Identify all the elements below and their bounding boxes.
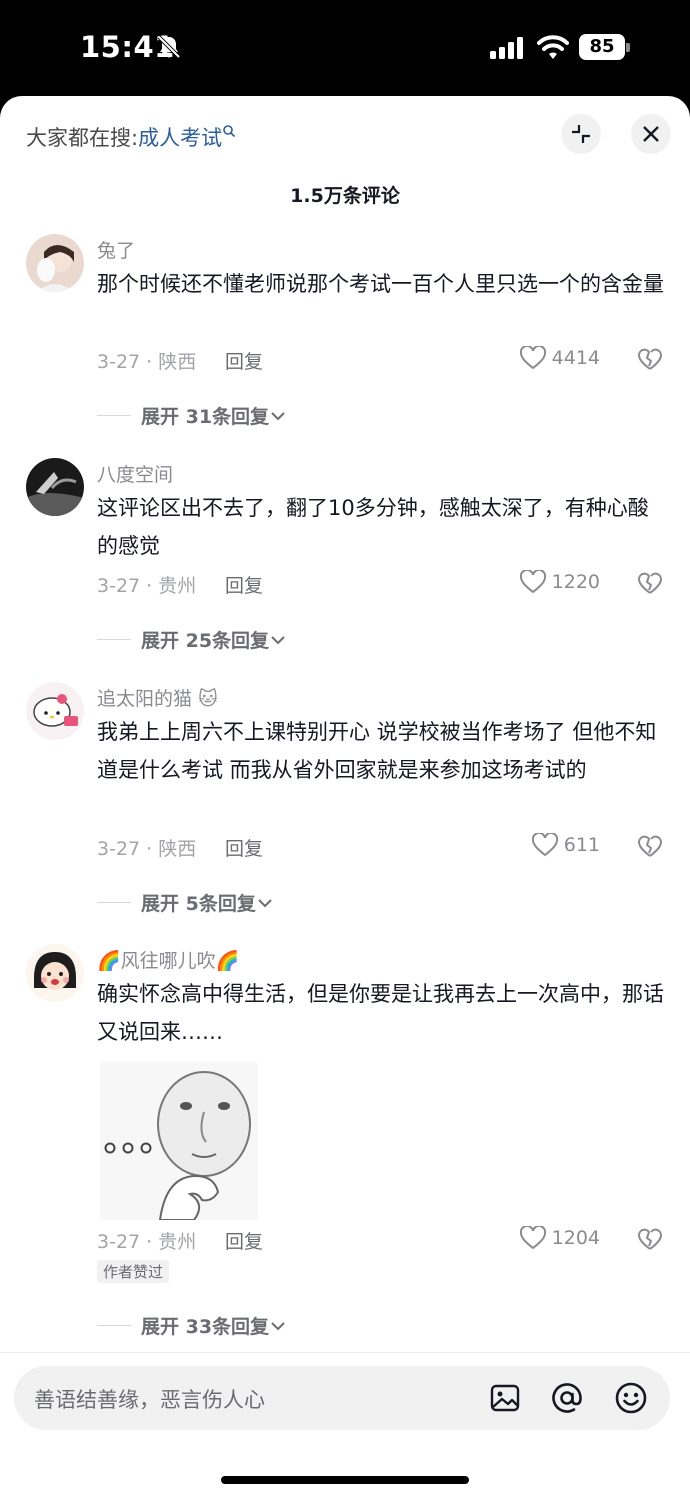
comment-meta: 3-27 · 陕西 — [97, 838, 197, 860]
chevron-down-icon — [271, 411, 285, 420]
expand-replies-button[interactable]: 展开 5条回复 — [97, 889, 274, 916]
expand-label: 展开 5条回复 — [141, 893, 256, 915]
close-icon — [643, 126, 659, 142]
like-button[interactable]: 4414 — [519, 346, 600, 370]
expand-replies-button[interactable]: 展开 33条回复 — [97, 1312, 287, 1339]
comment-input-bar: 善语结善缘，恶言伤人心 — [0, 1352, 690, 1495]
battery-level: 85 — [579, 34, 625, 60]
expand-label: 展开 33条回复 — [141, 1316, 270, 1338]
search-icon — [223, 125, 236, 138]
comment-meta: 3-27 · 贵州 — [97, 575, 197, 597]
user-name[interactable]: 兔了 — [97, 236, 135, 263]
avatar[interactable] — [26, 458, 84, 516]
reply-button[interactable]: 回复 — [225, 347, 263, 374]
bell-off-icon — [157, 35, 181, 59]
expand-label: 展开 25条回复 — [141, 630, 270, 652]
comment-text: 那个时候还不懂老师说那个考试一百个人里只选一个的含金量 — [97, 272, 664, 296]
heart-icon — [519, 346, 546, 370]
like-count: 611 — [563, 834, 600, 856]
like-count: 4414 — [551, 347, 600, 369]
like-button[interactable]: 1204 — [519, 1226, 600, 1250]
collapse-icon — [572, 125, 590, 143]
mention-icon[interactable] — [550, 1381, 584, 1415]
comment-input[interactable]: 善语结善缘，恶言伤人心 — [14, 1366, 670, 1430]
search-keyword[interactable]: 成人考试 — [138, 126, 222, 150]
signal-icon — [490, 37, 523, 59]
search-suggestion[interactable]: 大家都在搜:成人考试 — [26, 122, 236, 152]
comment-meta: 3-27 · 贵州 — [97, 1231, 197, 1253]
like-button[interactable]: 611 — [531, 833, 600, 857]
expand-replies-button[interactable]: 展开 25条回复 — [97, 626, 287, 653]
heart-icon — [531, 833, 558, 857]
comment-text: 确实怀念高中得生活，但是你要是让我再去上一次高中，那话又说回来…… — [97, 982, 664, 1044]
comment-count: 1.5万条评论 — [290, 185, 400, 207]
input-placeholder: 善语结善缘，恶言伤人心 — [34, 1388, 265, 1412]
sticker-image[interactable] — [100, 1062, 258, 1220]
chevron-down-icon — [271, 1321, 285, 1330]
comment-meta: 3-27 · 陕西 — [97, 351, 197, 373]
reply-button[interactable]: 回复 — [225, 834, 263, 861]
search-prefix: 大家都在搜: — [26, 126, 139, 150]
thinking-face-sticker — [100, 1062, 258, 1220]
avatar[interactable] — [26, 944, 84, 1002]
author-liked-badge: 作者赞过 — [97, 1260, 170, 1283]
reply-button[interactable]: 回复 — [225, 1227, 263, 1254]
avatar[interactable] — [26, 234, 84, 292]
broken-heart-icon[interactable] — [638, 572, 662, 596]
comment-text: 我弟上上周六不上课特别开心 说学校被当作考场了 但他不知道是什么考试 而我从省外… — [97, 720, 657, 782]
broken-heart-icon[interactable] — [638, 348, 662, 372]
chevron-down-icon — [258, 898, 272, 907]
user-name[interactable]: 追太阳的猫 🐱 — [97, 684, 218, 711]
expand-replies-button[interactable]: 展开 31条回复 — [97, 402, 287, 429]
close-button[interactable] — [631, 114, 671, 154]
collapse-button[interactable] — [561, 114, 601, 154]
heart-icon — [519, 1226, 546, 1250]
expand-label: 展开 31条回复 — [141, 406, 270, 428]
wifi-icon — [537, 35, 569, 59]
broken-heart-icon[interactable] — [638, 835, 662, 859]
emoji-icon[interactable] — [614, 1381, 648, 1415]
like-button[interactable]: 1220 — [519, 570, 600, 594]
user-name[interactable]: 🌈风往哪儿吹🌈 — [97, 946, 239, 973]
reply-button[interactable]: 回复 — [225, 571, 263, 598]
user-name[interactable]: 八度空间 — [97, 460, 173, 487]
status-bar: 15:41 85 — [0, 0, 690, 96]
comment-sheet: 大家都在搜:成人考试 1.5万条评论 兔了 那个时候还不懂老师说那个考试一百个人… — [0, 96, 690, 1495]
battery-indicator: 85 — [579, 34, 631, 60]
chevron-down-icon — [271, 635, 285, 644]
home-indicator[interactable] — [221, 1476, 469, 1484]
image-icon[interactable] — [488, 1381, 522, 1415]
heart-icon — [519, 570, 546, 594]
avatar[interactable] — [26, 682, 84, 740]
broken-heart-icon[interactable] — [638, 1228, 662, 1252]
comment-text: 这评论区出不去了，翻了10多分钟，感触太深了，有种心酸的感觉 — [97, 496, 649, 558]
like-count: 1220 — [551, 571, 600, 593]
like-count: 1204 — [551, 1227, 600, 1249]
